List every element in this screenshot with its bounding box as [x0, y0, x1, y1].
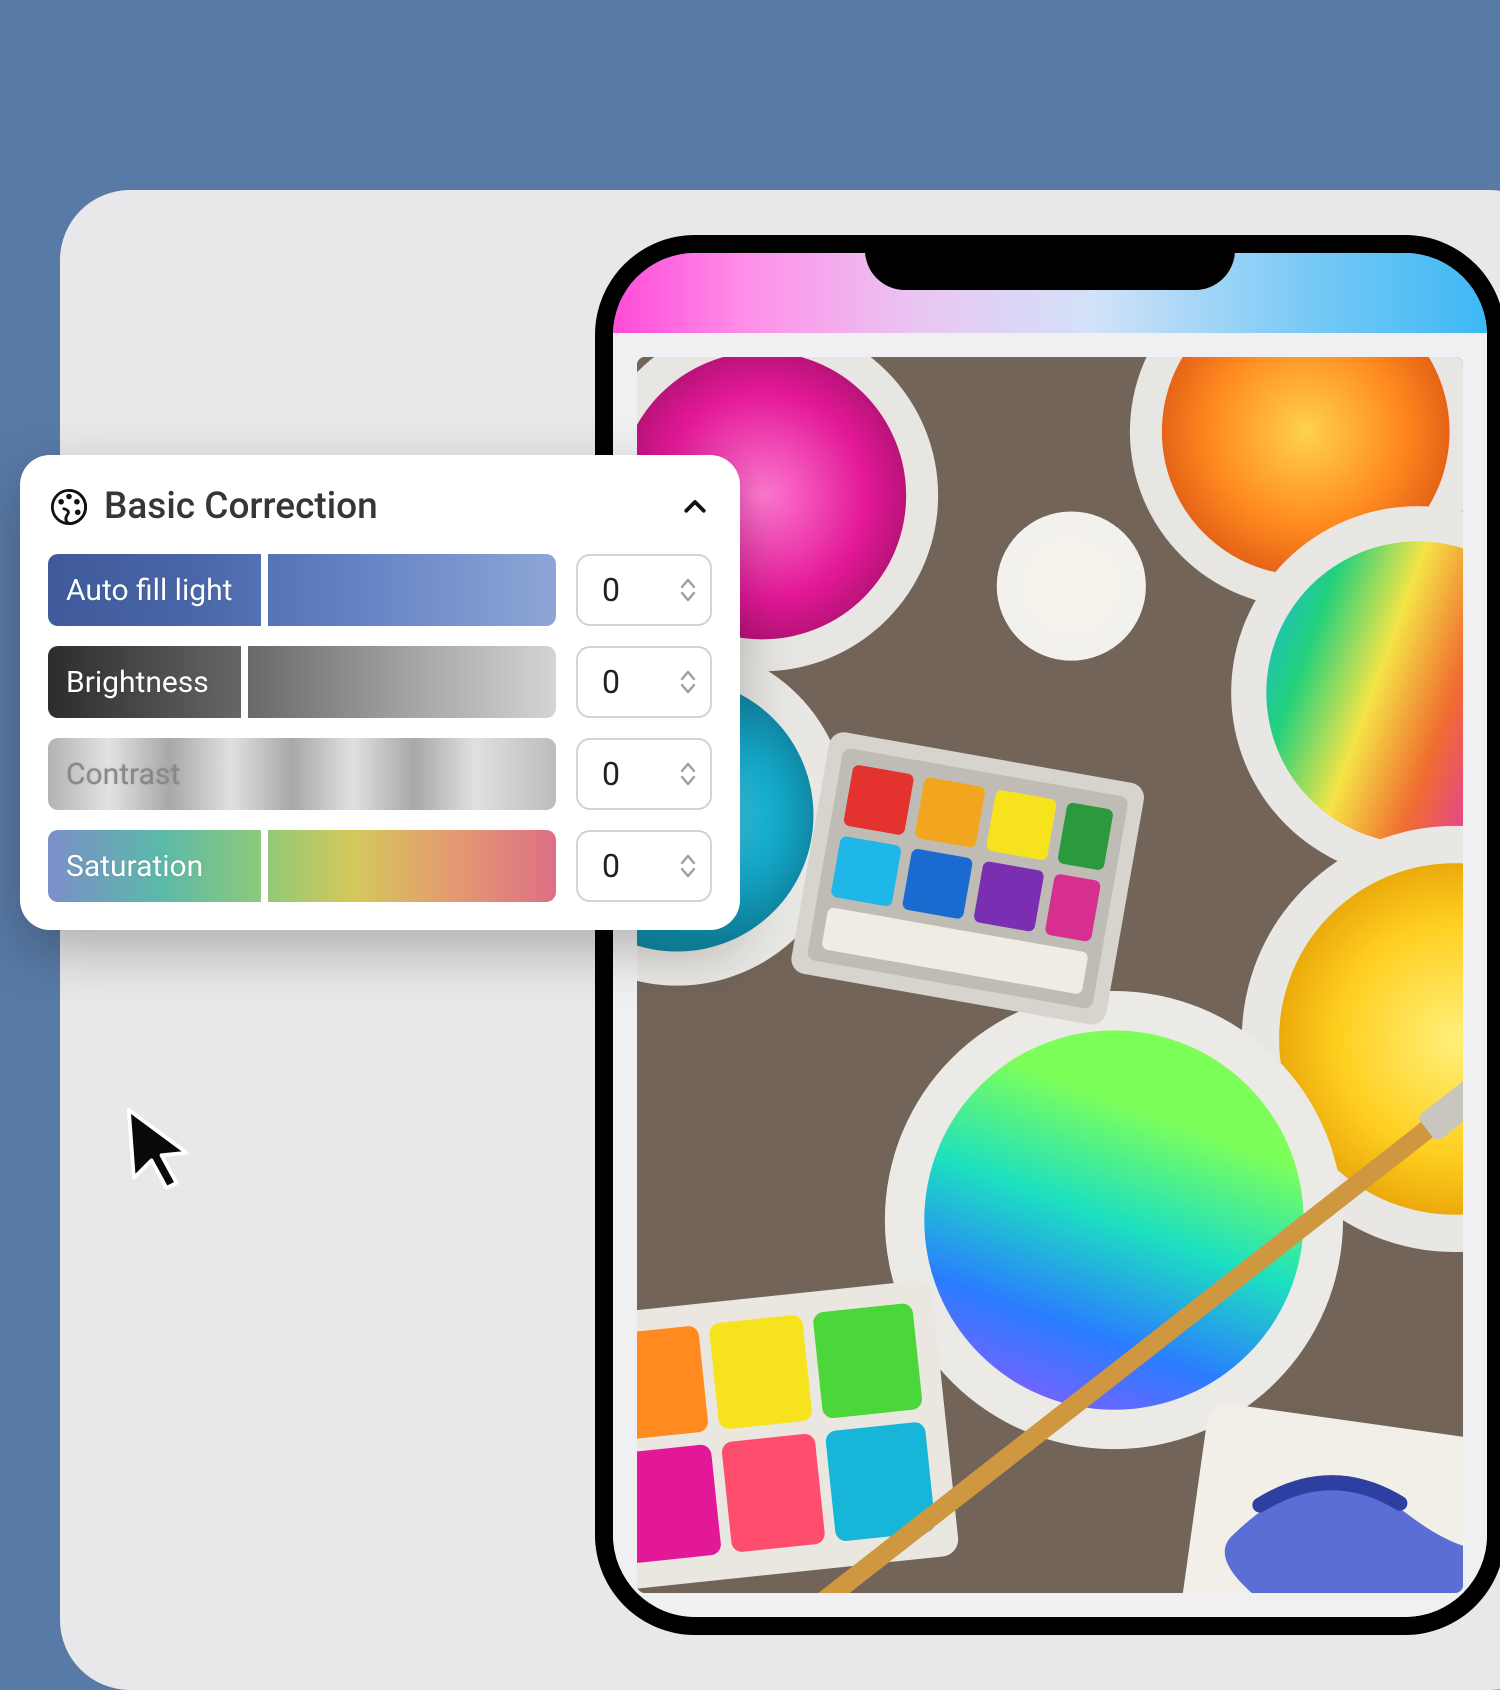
- editor-preview-image[interactable]: [637, 357, 1463, 1593]
- slider-row-auto-fill-light: Auto fill light 0: [48, 554, 712, 626]
- stepper-arrows-icon[interactable]: [680, 669, 696, 695]
- contrast-slider[interactable]: Contrast: [48, 738, 556, 810]
- stepper-value: 0: [602, 663, 620, 701]
- auto-fill-light-stepper[interactable]: 0: [576, 554, 712, 626]
- brightness-stepper[interactable]: 0: [576, 646, 712, 718]
- slider-row-brightness: Brightness 0: [48, 646, 712, 718]
- slider-label: Brightness: [66, 665, 209, 700]
- stepper-arrows-icon[interactable]: [680, 761, 696, 787]
- slider-handle[interactable]: [241, 646, 248, 718]
- slider-label: Auto fill light: [66, 573, 232, 608]
- stepper-arrows-icon[interactable]: [680, 577, 696, 603]
- slider-handle[interactable]: [261, 554, 268, 626]
- phone-content-frame: [613, 333, 1487, 1617]
- slider-row-saturation: Saturation 0: [48, 830, 712, 902]
- stepper-value: 0: [602, 847, 620, 885]
- contrast-stepper[interactable]: 0: [576, 738, 712, 810]
- phone-mockup: [595, 235, 1500, 1635]
- phone-notch: [865, 235, 1235, 290]
- slider-handle[interactable]: [261, 830, 268, 902]
- panel-title: Basic Correction: [104, 485, 664, 528]
- chevron-up-icon[interactable]: [678, 490, 712, 524]
- slider-label: Contrast: [66, 757, 180, 792]
- stepper-arrows-icon[interactable]: [680, 853, 696, 879]
- auto-fill-light-slider[interactable]: Auto fill light: [48, 554, 556, 626]
- slider-row-contrast: Contrast 0: [48, 738, 712, 810]
- stepper-value: 0: [602, 571, 620, 609]
- brightness-slider[interactable]: Brightness: [48, 646, 556, 718]
- cursor-arrow-icon: [120, 1105, 198, 1193]
- stepper-value: 0: [602, 755, 620, 793]
- basic-correction-panel: Basic Correction Auto fill light 0 Brigh…: [20, 455, 740, 930]
- panel-header[interactable]: Basic Correction: [48, 485, 712, 528]
- palette-icon: [48, 486, 90, 528]
- phone-screen: [613, 253, 1487, 1617]
- saturation-stepper[interactable]: 0: [576, 830, 712, 902]
- slider-label: Saturation: [66, 849, 203, 884]
- saturation-slider[interactable]: Saturation: [48, 830, 556, 902]
